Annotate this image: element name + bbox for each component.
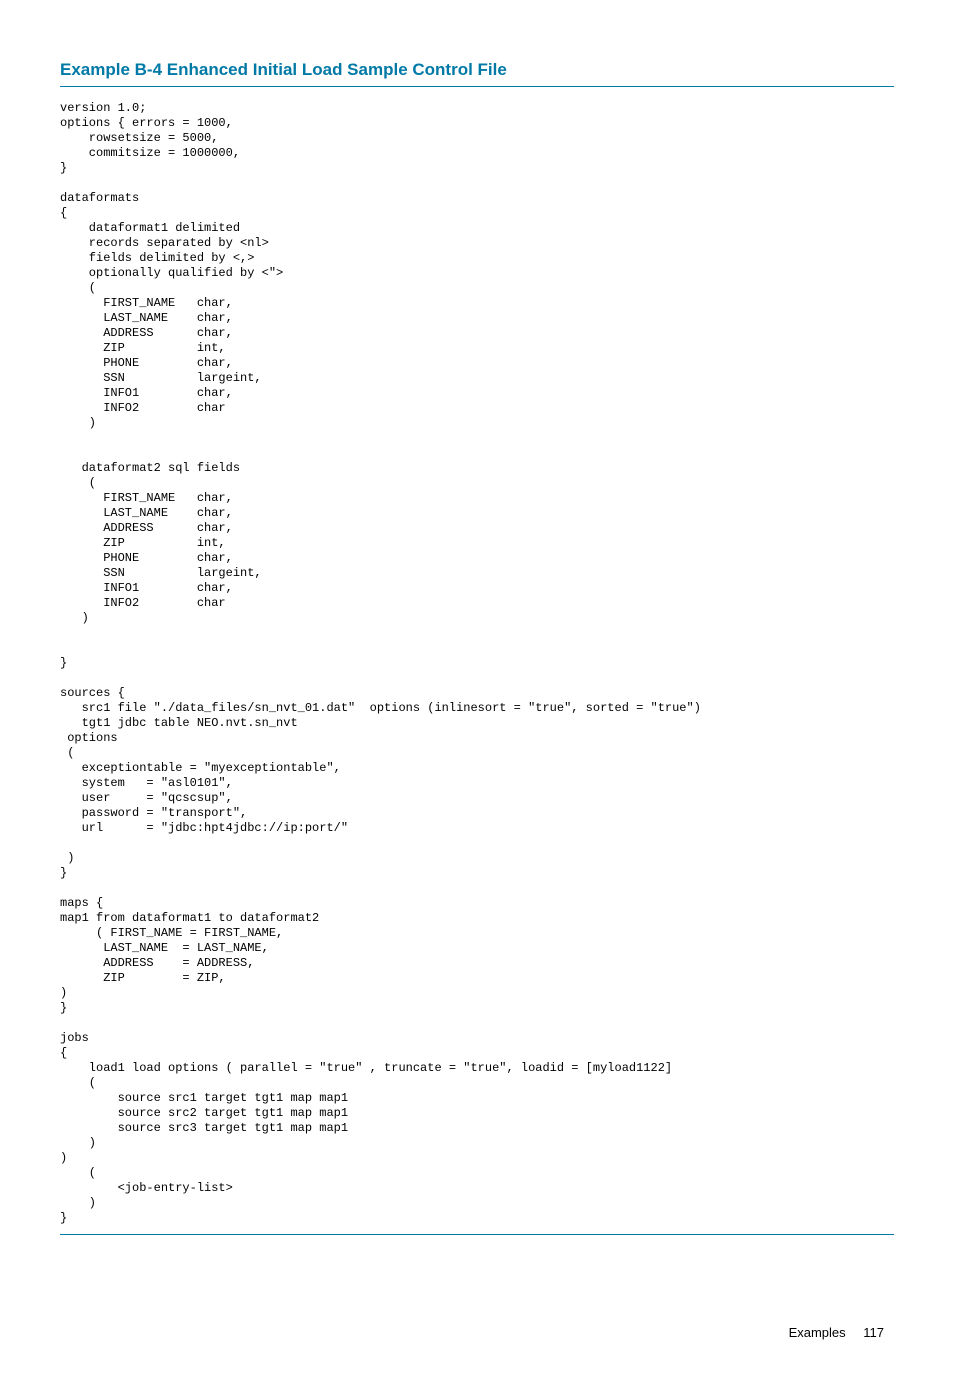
footer-label: Examples — [789, 1325, 846, 1340]
footer-page-number: 117 — [863, 1325, 884, 1340]
code-block: version 1.0; options { errors = 1000, ro… — [60, 101, 894, 1235]
example-title: Example B-4 Enhanced Initial Load Sample… — [60, 60, 894, 87]
page-footer: Examples 117 — [60, 1325, 894, 1340]
